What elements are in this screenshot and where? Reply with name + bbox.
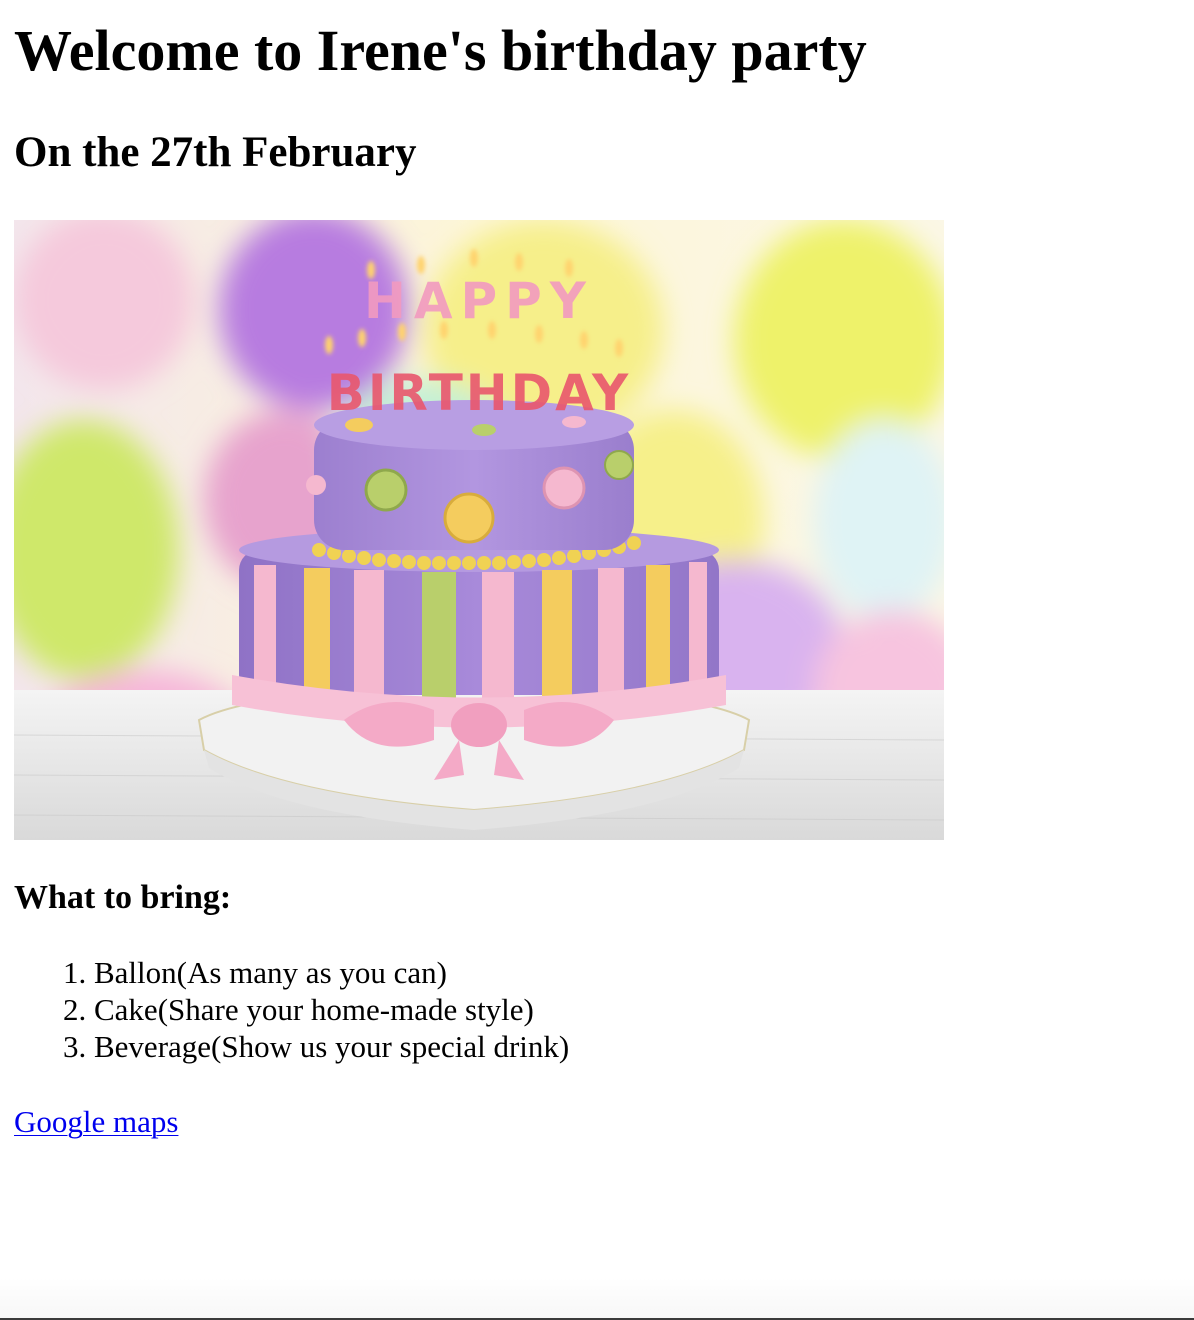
page-content: Welcome to Irene's birthday party On the… — [14, 0, 1180, 1140]
birthday-cake-image: HAPPY BIRTHDAY — [14, 220, 944, 840]
list-item: Ballon(As many as you can) — [94, 954, 1180, 991]
link-row: Google maps — [14, 1103, 1180, 1140]
page-title: Welcome to Irene's birthday party — [14, 18, 867, 83]
list-item: Cake(Share your home-made style) — [94, 991, 1180, 1028]
google-maps-link[interactable]: Google maps — [14, 1104, 178, 1139]
bring-title: What to bring: — [14, 879, 232, 916]
bottom-fade — [0, 1278, 1194, 1318]
candles-birthday: BIRTHDAY — [327, 364, 632, 422]
candles-happy: HAPPY — [364, 272, 594, 330]
bring-list: Ballon(As many as you can) Cake(Share yo… — [14, 954, 1180, 1065]
list-item: Beverage(Show us your special drink) — [94, 1028, 1180, 1065]
party-date: On the 27th February — [14, 129, 417, 176]
